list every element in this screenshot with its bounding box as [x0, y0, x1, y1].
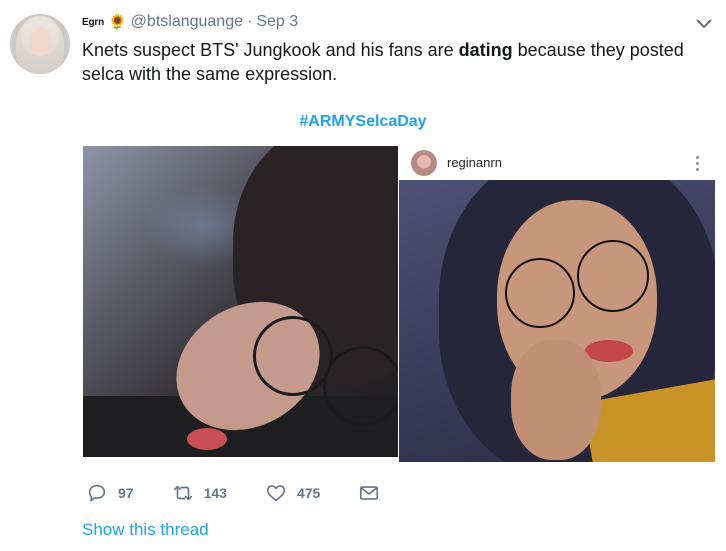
tweet-date[interactable]: Sep 3 — [256, 13, 298, 31]
tweet-text: Knets suspect BTS' Jungkook and his fans… — [82, 38, 712, 86]
avatar-face — [30, 28, 52, 56]
user-handle[interactable]: @btslanguange — [131, 13, 243, 31]
tweet-text-bold: dating — [458, 40, 513, 60]
like-button[interactable]: 475 — [265, 482, 320, 504]
separator-dot: · — [247, 13, 253, 30]
instagram-avatar — [411, 150, 437, 176]
more-options-icon — [691, 152, 703, 174]
photo-glasses-left-right — [505, 258, 575, 328]
retweet-count: 143 — [203, 485, 227, 501]
media-image-right[interactable]: reginanrn — [399, 146, 715, 462]
media-image-left[interactable] — [83, 146, 398, 457]
photo-glasses-right — [323, 346, 398, 426]
instagram-header: reginanrn — [399, 146, 715, 182]
direct-message-icon — [360, 486, 379, 500]
retweet-button[interactable]: 143 — [172, 482, 227, 504]
direct-message-button[interactable] — [358, 482, 380, 504]
tweet-actions: 97 143 475 — [86, 480, 380, 506]
display-name[interactable]: Egrn — [82, 17, 104, 28]
sunflower-icon: 🌻 — [107, 13, 127, 31]
reply-count: 97 — [118, 485, 134, 501]
photo-lips-right — [585, 340, 633, 362]
reply-icon — [88, 484, 106, 502]
avatar[interactable] — [10, 14, 70, 74]
hashtag-link[interactable]: #ARMYSelcaDay — [0, 113, 726, 131]
photo-glasses-left — [253, 316, 333, 396]
show-thread-link[interactable]: Show this thread — [82, 520, 209, 540]
tweet-text-part1: Knets suspect BTS' Jungkook and his fans… — [82, 40, 459, 60]
tweet[interactable]: Egrn 🌻 @btslanguange · Sep 3 Knets suspe… — [0, 0, 726, 551]
photo-hand — [511, 340, 601, 460]
caret-down-icon[interactable] — [694, 16, 714, 32]
instagram-username: reginanrn — [447, 155, 502, 170]
instagram-photo — [399, 180, 715, 462]
heart-icon — [266, 485, 286, 502]
like-count: 475 — [296, 485, 321, 501]
tweet-header: Egrn 🌻 @btslanguange · Sep 3 — [82, 10, 298, 34]
photo-glasses-right-right — [577, 240, 649, 312]
retweet-icon — [173, 485, 192, 501]
photo-lips — [187, 428, 227, 450]
reply-button[interactable]: 97 — [86, 482, 134, 504]
